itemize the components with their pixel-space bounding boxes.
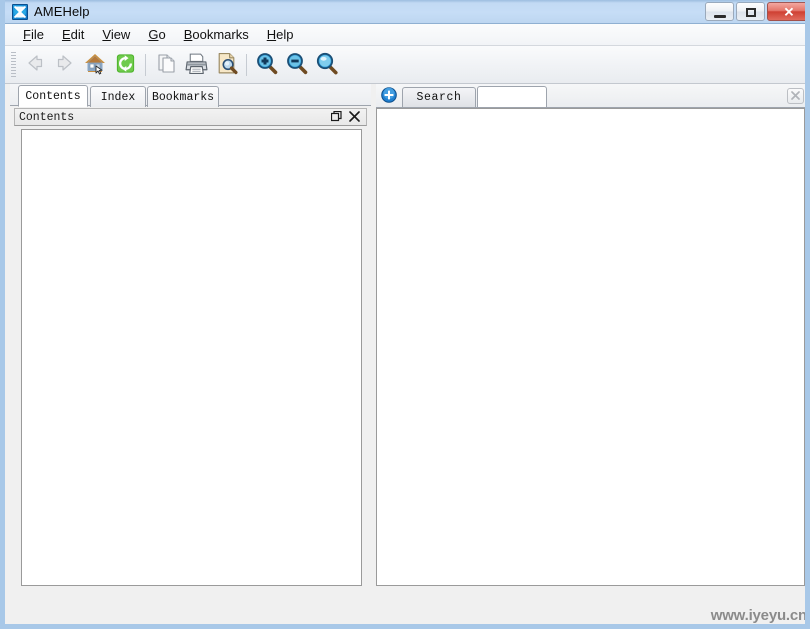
tab-contents[interactable]: Contents bbox=[18, 85, 88, 107]
close-icon bbox=[791, 89, 800, 103]
menu-item-help[interactable]: Help bbox=[258, 25, 303, 44]
refresh-icon bbox=[114, 52, 137, 78]
close-contents-panel-button[interactable] bbox=[347, 110, 362, 125]
refresh-button[interactable] bbox=[110, 50, 140, 80]
tab-index-label: Index bbox=[100, 90, 136, 104]
menu-item-view[interactable]: View bbox=[93, 25, 139, 44]
title-bar[interactable]: AMEHelp ✕ bbox=[5, 0, 805, 24]
minimize-button[interactable] bbox=[705, 2, 734, 21]
window-inner: AMEHelp ✕ File Edit View Go Bookmarks He… bbox=[5, 0, 807, 624]
menu-label-file-rest: ile bbox=[30, 27, 44, 42]
watermark-text: www.iyeyu.cn bbox=[710, 607, 807, 624]
tab-search[interactable]: Search bbox=[402, 87, 476, 107]
print-icon bbox=[184, 51, 209, 79]
float-window-icon bbox=[330, 110, 342, 125]
zoom-out-icon bbox=[285, 51, 309, 78]
toolbar-grip[interactable] bbox=[11, 51, 16, 78]
menu-label-bookmarks-rest: ookmarks bbox=[192, 27, 249, 42]
menu-item-edit[interactable]: Edit bbox=[53, 25, 93, 44]
navigation-tabstrip: Contents Index Bookmarks bbox=[10, 84, 371, 107]
home-icon bbox=[83, 51, 107, 78]
close-window-button[interactable]: ✕ bbox=[767, 2, 805, 21]
application-window: AMEHelp ✕ File Edit View Go Bookmarks He… bbox=[0, 0, 810, 629]
zoom-in-button[interactable] bbox=[252, 50, 282, 80]
menu-item-go[interactable]: Go bbox=[139, 25, 174, 44]
home-button[interactable] bbox=[80, 50, 110, 80]
window-title: AMEHelp bbox=[34, 4, 90, 19]
forward-button[interactable] bbox=[50, 50, 80, 80]
maximize-icon bbox=[745, 8, 756, 17]
menu-label-help-rest: elp bbox=[276, 27, 294, 42]
document-content-area[interactable] bbox=[376, 108, 805, 586]
navigation-panel: Contents Index Bookmarks Contents bbox=[10, 84, 371, 606]
menu-bar: File Edit View Go Bookmarks Help bbox=[5, 24, 805, 46]
zoom-in-icon bbox=[255, 51, 279, 78]
zoom-out-button[interactable] bbox=[282, 50, 312, 80]
contents-dock-title: Contents bbox=[19, 111, 75, 124]
contents-dock-header: Contents bbox=[14, 108, 367, 126]
toolbar bbox=[5, 46, 805, 84]
close-tab-button[interactable] bbox=[787, 88, 804, 104]
menu-item-bookmarks[interactable]: Bookmarks bbox=[175, 25, 258, 44]
print-preview-button[interactable] bbox=[211, 50, 241, 80]
menu-label-view-rest: iew bbox=[110, 27, 131, 42]
menu-label-go-rest: o bbox=[158, 27, 166, 42]
tab-bookmarks[interactable]: Bookmarks bbox=[147, 86, 219, 107]
toolbar-separator-2 bbox=[246, 53, 247, 76]
back-button[interactable] bbox=[20, 50, 50, 80]
forward-arrow-icon bbox=[54, 52, 76, 77]
menu-item-file[interactable]: File bbox=[14, 25, 53, 44]
tab-document-active[interactable] bbox=[477, 86, 547, 108]
status-bar: www.iyeyu.cn bbox=[10, 606, 807, 624]
tab-contents-label: Contents bbox=[25, 89, 81, 103]
maximize-button[interactable] bbox=[736, 2, 765, 21]
contents-tree[interactable] bbox=[21, 129, 362, 586]
copy-page-icon bbox=[154, 51, 178, 78]
ame-star-icon bbox=[12, 4, 28, 20]
minimize-icon bbox=[713, 15, 726, 18]
document-tabstrip: Search bbox=[376, 84, 805, 108]
menu-label-edit-rest: dit bbox=[70, 27, 85, 42]
tab-bookmarks-label: Bookmarks bbox=[151, 90, 215, 104]
add-tab-button[interactable] bbox=[381, 87, 397, 103]
plus-icon bbox=[381, 87, 397, 106]
close-icon: ✕ bbox=[783, 4, 795, 19]
document-panel: Search bbox=[376, 84, 805, 606]
window-controls: ✕ bbox=[705, 2, 805, 21]
print-button[interactable] bbox=[181, 50, 211, 80]
tab-search-label: Search bbox=[416, 91, 462, 104]
tab-index[interactable]: Index bbox=[90, 86, 146, 107]
find-button[interactable] bbox=[312, 50, 342, 80]
find-icon bbox=[315, 51, 339, 78]
back-arrow-icon bbox=[24, 52, 46, 77]
copy-button[interactable] bbox=[151, 50, 181, 80]
print-preview-icon bbox=[214, 51, 239, 79]
toolbar-separator-1 bbox=[145, 53, 146, 76]
close-icon bbox=[349, 110, 360, 125]
float-window-button[interactable] bbox=[329, 110, 344, 125]
